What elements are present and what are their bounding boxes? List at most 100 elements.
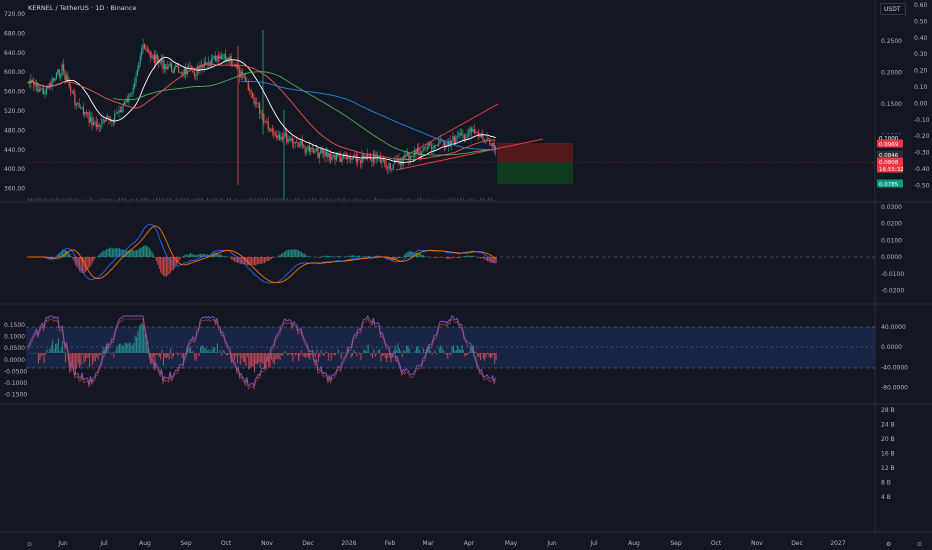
oscillator-histogram-bar [167, 353, 169, 358]
candle-body [166, 66, 168, 70]
timezone-icon[interactable]: ⊙ [27, 541, 32, 548]
volume-bar [138, 199, 140, 201]
volume-bar [110, 198, 112, 201]
candle-body [57, 69, 59, 73]
symbol-title[interactable]: KERNEL / TetherUS · 1D · Binance [28, 4, 137, 12]
volume-bar [491, 197, 493, 201]
currency-button[interactable]: USDT [880, 3, 906, 15]
macd-histogram-bar [327, 255, 329, 257]
candle-body [358, 159, 360, 160]
candle-body [250, 90, 252, 93]
oscillator-histogram-bar [83, 353, 85, 364]
macd-histogram-bar [329, 255, 331, 257]
candle-body [254, 102, 256, 104]
candle-body [216, 55, 218, 62]
macd-histogram-bar [339, 256, 341, 257]
candle-body [391, 169, 393, 170]
volume-bar [451, 197, 453, 201]
macd-histogram-bar [403, 255, 405, 257]
candle-body [460, 132, 463, 136]
candle-body [311, 147, 313, 150]
log-scale-icon[interactable]: ⊙ [917, 541, 922, 548]
oscillator-histogram-bar [353, 349, 355, 353]
candle-body [143, 44, 146, 49]
candle-body [381, 161, 383, 163]
volume-bar [334, 199, 336, 201]
macd-histogram-bar [420, 253, 422, 257]
oscillator-histogram-bar [154, 353, 156, 365]
oscillator-histogram-bar [467, 353, 469, 356]
oscillator-histogram-bar [288, 353, 290, 355]
oscillator-histogram-bar [329, 353, 331, 354]
candle-body [175, 65, 177, 67]
oscillator-histogram-bar [438, 347, 440, 353]
candle-body [308, 145, 310, 153]
volume-bar [263, 198, 265, 201]
position-target-zone[interactable] [497, 162, 573, 184]
macd-histogram-bar [289, 249, 291, 257]
volume-bar [232, 199, 234, 201]
time-axis-label: Feb [385, 540, 396, 547]
candle-body [58, 69, 60, 77]
volume-bar [357, 198, 359, 201]
volume-bar [249, 197, 251, 201]
trading-chart[interactable]: 720.00 680.00 640.00 600.00 560.00 520.00 480.… [0, 0, 932, 550]
oscillator-histogram-bar [454, 350, 456, 353]
oscillator-histogram-bar [282, 353, 284, 356]
macd-histogram-bar [185, 254, 187, 257]
oscillator-histogram-bar [397, 343, 399, 353]
oscillator-histogram-bar [37, 353, 39, 364]
oscillator-histogram-bar [110, 353, 112, 355]
candle-body [219, 55, 221, 59]
macd-histogram-bar [158, 257, 160, 269]
macd-histogram-bar [347, 255, 349, 257]
oscillator-histogram-bar [246, 353, 248, 357]
oscillator-histogram-bar [350, 353, 352, 359]
right-price-axis-label: 0.2500 [881, 38, 902, 45]
volume-bar [204, 199, 206, 201]
volume-bar [266, 197, 268, 201]
candle-body [202, 66, 204, 68]
candle-body [207, 62, 210, 63]
candle-body [81, 106, 83, 108]
oscillator-histogram-bar [431, 353, 433, 355]
oscillator-histogram-bar [377, 350, 379, 353]
time-axis-label: Mar [422, 540, 434, 547]
oscillator-histogram-bar [259, 353, 261, 368]
volume-axis-label: 24 B [881, 422, 895, 429]
macd-histogram-bar [182, 255, 184, 257]
oscillator-histogram-bar [316, 349, 318, 353]
oscillator-histogram-bar [356, 353, 358, 357]
time-axis-label: Dec [302, 540, 314, 547]
oscillator-histogram-bar [40, 353, 42, 357]
volume-bar [155, 198, 157, 201]
candle-body [104, 119, 106, 122]
candle-body [286, 132, 288, 143]
candle-body [88, 112, 90, 123]
volume-bar [172, 199, 174, 201]
macd-histogram-bar [134, 250, 136, 257]
oscillator-histogram-bar [97, 353, 99, 360]
macd-histogram-bar [353, 255, 355, 257]
oscillator-histogram-bar [62, 340, 64, 353]
time-axis-label: Aug [139, 540, 151, 547]
time-axis-label: Jul [589, 540, 598, 547]
oscillator-histogram-bar [70, 353, 72, 372]
volume-bar [218, 199, 220, 201]
candle-body [243, 74, 245, 79]
auto-scale-icon[interactable]: ⚙ [886, 541, 891, 548]
volume-bar [417, 197, 419, 201]
oscillator-histogram-bar [215, 352, 217, 353]
macd-histogram-bar [261, 257, 263, 264]
candle-body [304, 146, 306, 153]
oscillator-histogram-bar [228, 353, 230, 355]
macd-histogram-bar [66, 250, 68, 257]
oscillator-histogram-bar [418, 349, 420, 353]
oscillator-histogram-bar [262, 353, 264, 364]
candle-body [74, 93, 76, 106]
oscillator-histogram-bar [292, 353, 294, 362]
volume-bar [462, 198, 464, 201]
oscillator-histogram-bar [352, 353, 354, 356]
candle-body [365, 156, 367, 158]
macd-histogram-bar [421, 254, 423, 257]
